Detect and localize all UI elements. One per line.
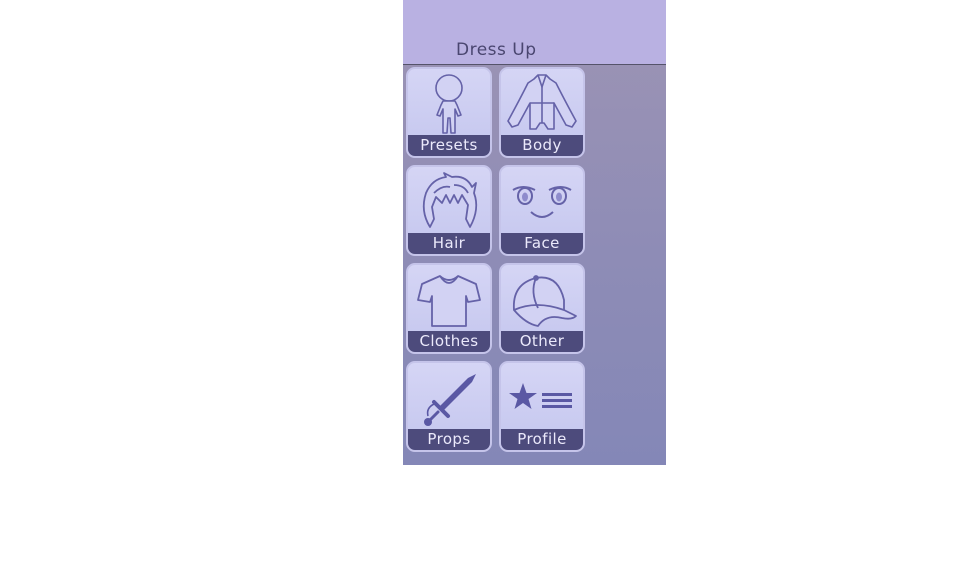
panel-header: Dress Up <box>403 0 666 65</box>
star-list-icon <box>501 365 583 431</box>
category-label: Hair <box>408 233 490 254</box>
category-props-button[interactable]: Props <box>406 361 492 452</box>
category-other-button[interactable]: Other <box>499 263 585 354</box>
category-face-button[interactable]: Face <box>499 165 585 256</box>
panel-title: Dress Up <box>456 40 537 60</box>
dress-up-panel: Dress Up Presets Body Hair Face Clothes … <box>403 0 666 465</box>
category-label: Props <box>408 429 490 450</box>
t-shirt-icon <box>408 267 490 333</box>
chibi-figure-icon <box>408 71 490 137</box>
category-body-button[interactable]: Body <box>499 67 585 158</box>
hair-icon <box>408 169 490 235</box>
category-clothes-button[interactable]: Clothes <box>406 263 492 354</box>
category-label: Other <box>501 331 583 352</box>
category-hair-button[interactable]: Hair <box>406 165 492 256</box>
category-label: Body <box>501 135 583 156</box>
category-label: Presets <box>408 135 490 156</box>
cap-icon <box>501 267 583 333</box>
category-label: Face <box>501 233 583 254</box>
category-label: Clothes <box>408 331 490 352</box>
category-presets-button[interactable]: Presets <box>406 67 492 158</box>
sword-icon <box>408 365 490 431</box>
face-icon <box>501 169 583 235</box>
body-suit-icon <box>501 71 583 137</box>
category-label: Profile <box>501 429 583 450</box>
category-profile-button[interactable]: Profile <box>499 361 585 452</box>
